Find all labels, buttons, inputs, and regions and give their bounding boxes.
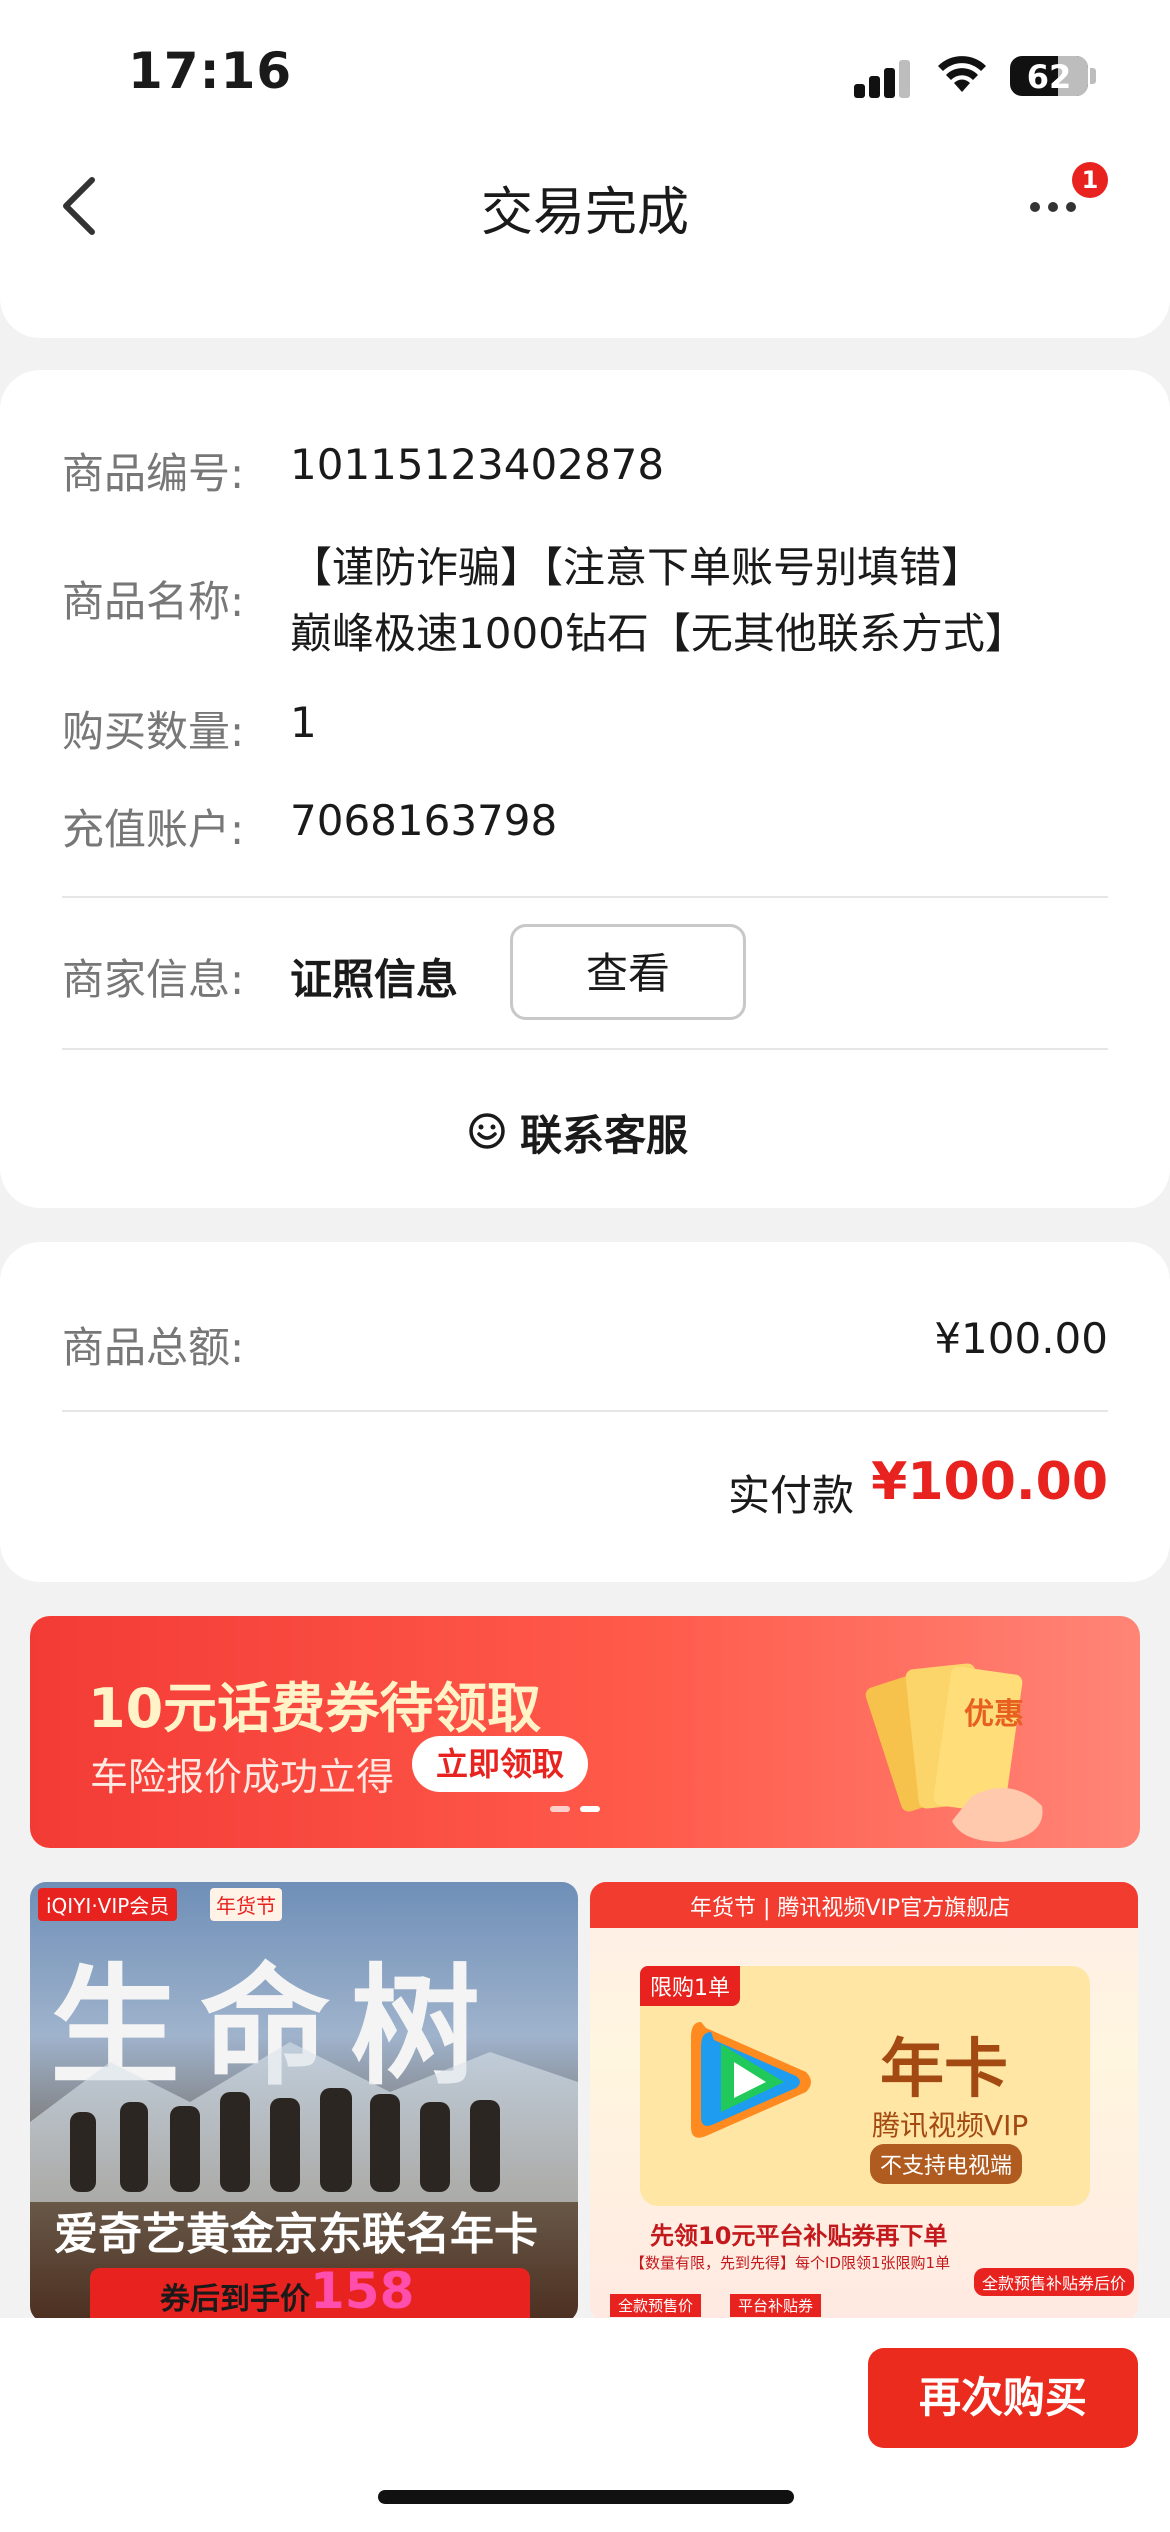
movie-cast-image <box>30 2042 578 2202</box>
license-info-text: 证照信息 <box>290 955 459 1004</box>
battery-tip <box>1090 68 1096 84</box>
product-name-line-1: 【谨防诈骗】【注意下单账号别填错】 <box>290 543 984 592</box>
home-indicator[interactable] <box>378 2490 794 2504</box>
contact-service-link[interactable]: 联系客服 <box>520 1102 688 1163</box>
product-card-iqiyi[interactable]: iQIYI·VIP会员 年货节 生命树 爱奇艺黄金京东联名年卡 券后到手价 15… <box>30 1882 578 2322</box>
battery-icon: 62 <box>1010 56 1088 96</box>
banner-title: 10元话费券待领取 <box>88 1677 542 1740</box>
card-note: 不支持电视端 <box>870 2144 1023 2184</box>
iqiyi-vip-tag: iQIYI·VIP会员 <box>38 1888 178 1921</box>
store-header-text: 年货节 | 腾讯视频VIP官方旗舰店 <box>690 1896 1011 1921</box>
recharge-account-label: 充值账户: <box>62 805 245 854</box>
status-time: 17:16 <box>128 42 293 100</box>
smiley-chat-icon <box>469 1113 505 1149</box>
card-subtitle: 腾讯视频VIP <box>872 2109 1029 2142</box>
product-id-value: 10115123402878 <box>290 440 665 489</box>
price-prefix: 券后到手价 <box>160 2282 310 2317</box>
annual-card-title: 年卡 <box>880 2033 1008 2107</box>
more-options-icon[interactable] <box>1030 202 1080 214</box>
totals-card <box>0 1242 1170 1582</box>
recharge-account-value: 7068163798 <box>290 796 558 845</box>
goods-total-label: 商品总额: <box>62 1323 245 1372</box>
festival-tag: 年货节 <box>210 1888 282 1921</box>
wifi-icon <box>938 56 986 92</box>
buy-again-button[interactable]: 再次购买 <box>868 2348 1138 2448</box>
product-name-line-2: 巅峰极速1000钻石【无其他联系方式】 <box>290 609 1027 658</box>
page-title: 交易完成 <box>480 183 689 243</box>
divider <box>62 1048 1108 1050</box>
phone-credit-banner[interactable]: 10元话费券待领取 车险报价成功立得 立即领取 优惠 <box>30 1616 1140 1848</box>
promo-text: 先领10元平台补贴券再下单 <box>650 2222 948 2250</box>
promo-subtext: 【数量有限，先到先得】每个ID限领1张限购1单 <box>630 2254 951 2272</box>
product-card-tencent[interactable]: 年货节 | 腾讯视频VIP官方旗舰店 限购1单 年卡 腾讯视频VIP 不支持电视… <box>590 1882 1138 2322</box>
banner-subtitle: 车险报价成功立得 <box>90 1755 395 1799</box>
coupon-badge-text: 优惠 <box>964 1697 1024 1732</box>
price-value: 158 <box>310 2262 415 2320</box>
claim-now-button[interactable]: 立即领取 <box>412 1736 588 1792</box>
paid-amount: ¥100.00 <box>871 1452 1108 1512</box>
footer-left: 全款预售价 <box>610 2294 702 2317</box>
cellular-signal-icon <box>854 58 912 98</box>
battery-level: 62 <box>1026 58 1072 96</box>
price-tag: 全款预售补贴券后价 <box>974 2268 1135 2296</box>
product-name-iqiyi: 爱奇艺黄金京东联名年卡 <box>54 2209 538 2260</box>
quantity-label: 购买数量: <box>62 707 245 756</box>
divider <box>62 896 1108 898</box>
notification-badge: 1 <box>1072 162 1108 198</box>
paid-label: 实付款 <box>728 1471 855 1520</box>
quantity-value: 1 <box>290 698 317 747</box>
limit-tag: 限购1单 <box>640 1966 740 2006</box>
divider <box>62 1410 1108 1412</box>
goods-total-value: ¥100.00 <box>934 1314 1108 1363</box>
product-id-label: 商品编号: <box>62 449 245 498</box>
coupon-hand-icon: 优惠 <box>865 1663 1043 1842</box>
footer-mid: 平台补贴券 <box>730 2294 822 2317</box>
view-license-button[interactable]: 查看 <box>510 924 746 1020</box>
merchant-info-label: 商家信息: <box>62 955 245 1004</box>
tencent-video-logo-icon <box>691 2022 811 2138</box>
product-name-label: 商品名称: <box>62 577 245 626</box>
